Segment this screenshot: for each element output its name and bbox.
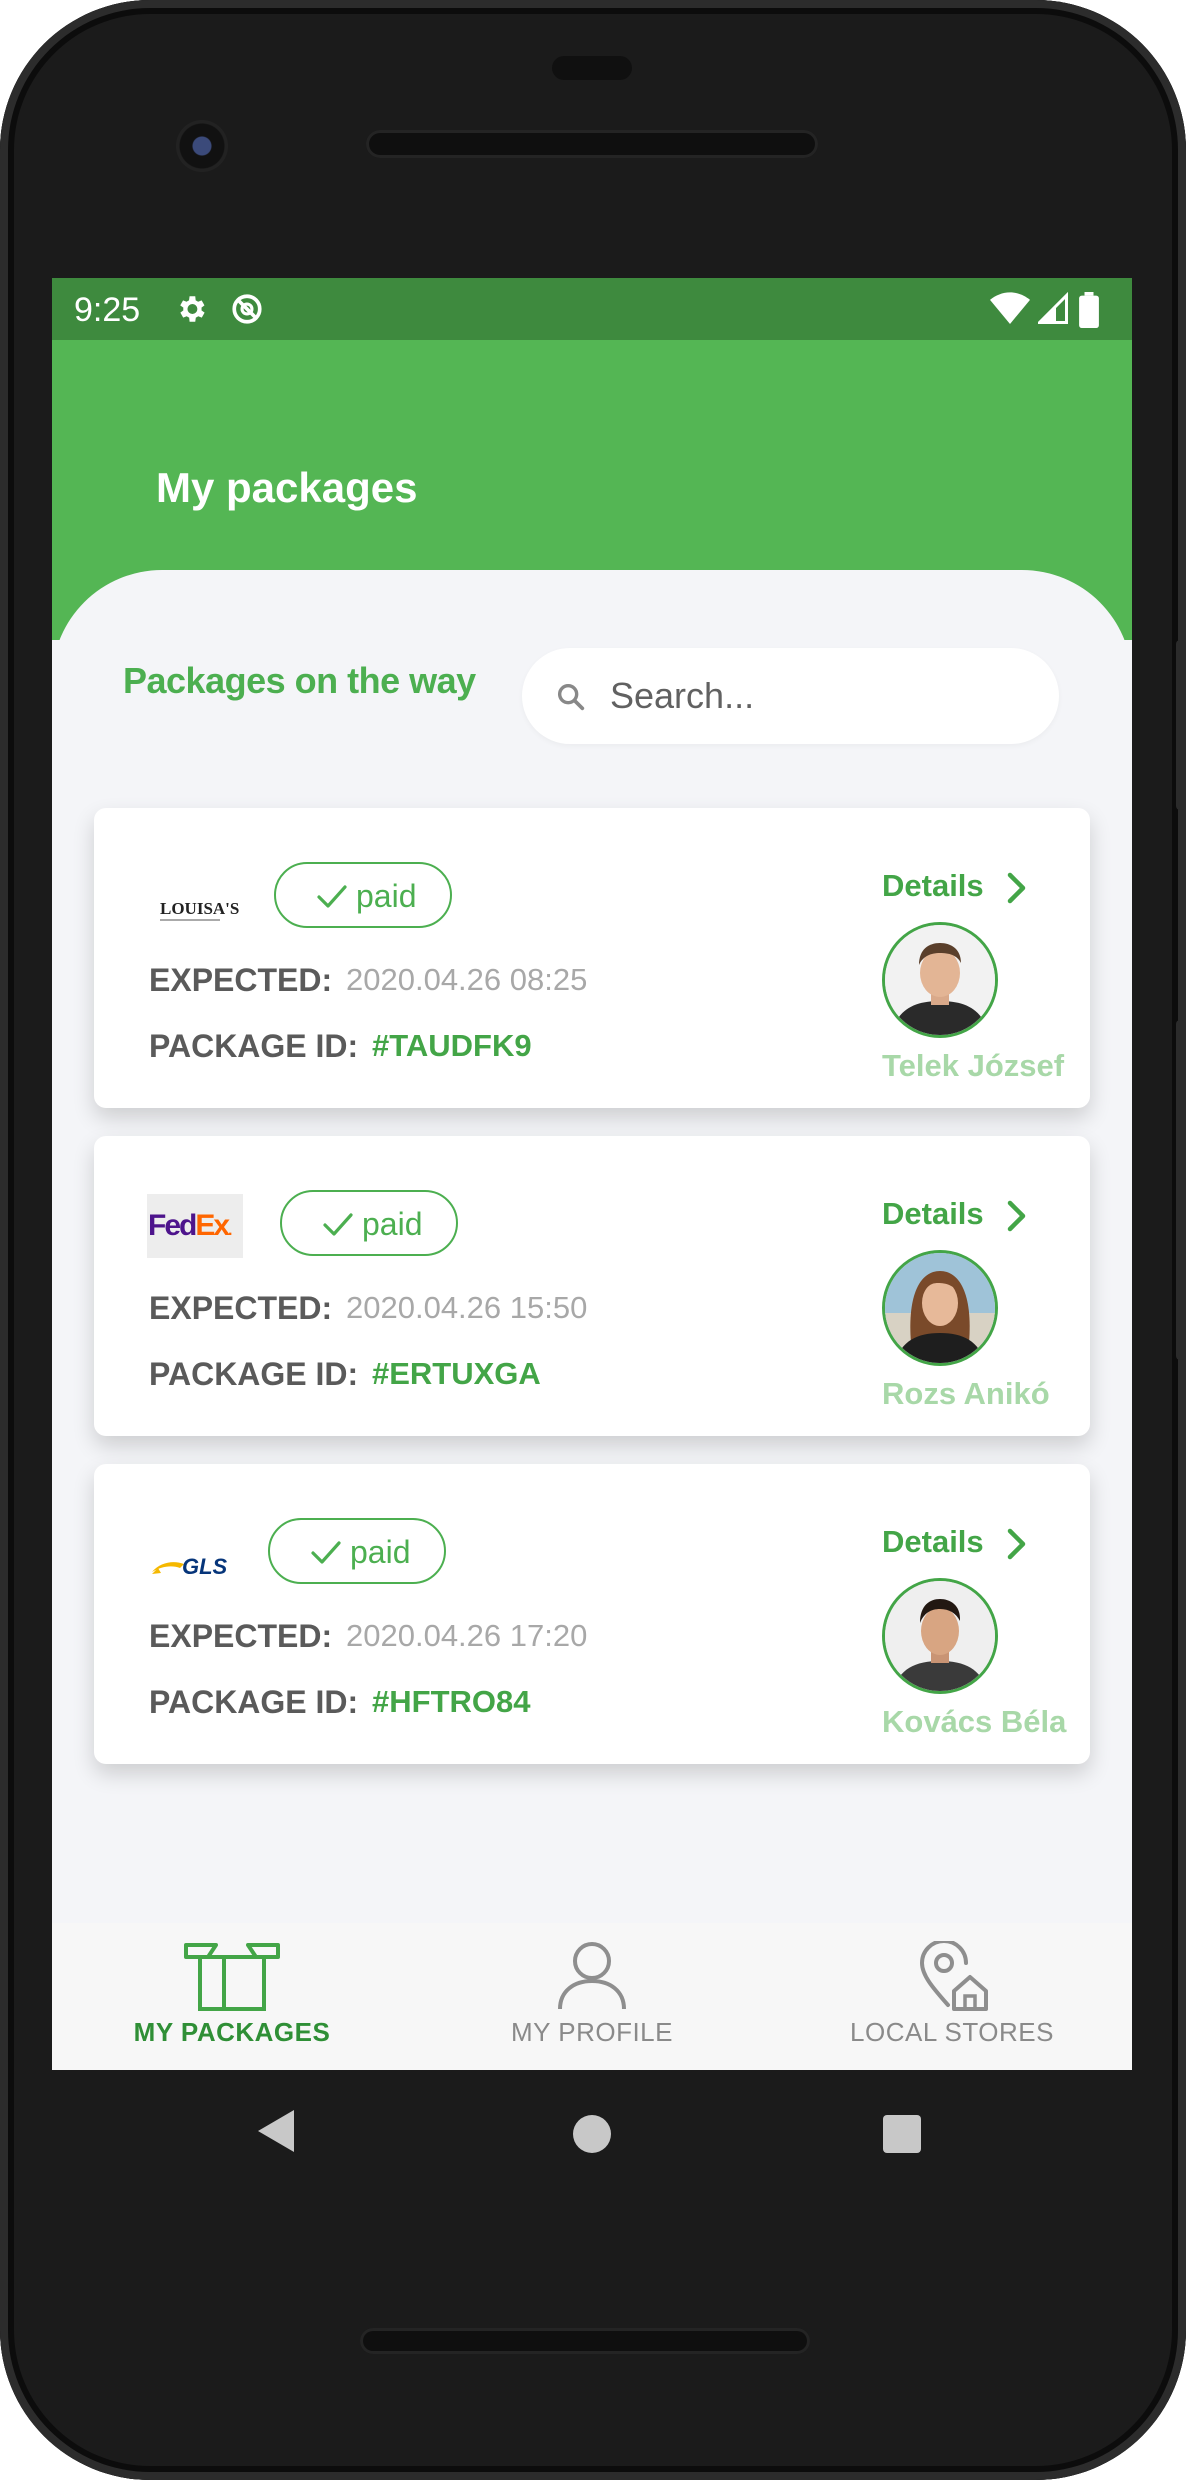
system-recents-icon[interactable] <box>882 2114 922 2154</box>
courier-photo-female <box>885 1253 995 1363</box>
expected-value: 2020.04.26 15:50 <box>346 1290 588 1325</box>
power-button <box>1176 1020 1186 1360</box>
store-location-icon <box>919 1941 988 2011</box>
paid-label: paid <box>350 1534 411 1570</box>
courier-name: Rozs Anikó <box>882 1376 1050 1411</box>
nav-item-local-stores[interactable]: LOCAL STORES <box>772 1923 1132 2070</box>
system-back-icon[interactable] <box>256 2108 296 2154</box>
package-card[interactable]: FedEx. paid EXPECTED: 2020.04.26 15:50 P… <box>94 1136 1090 1436</box>
settings-icon <box>180 296 205 322</box>
search-bar[interactable] <box>522 648 1059 744</box>
carrier-logo-text: FedEx. <box>148 1209 232 1242</box>
check-icon <box>317 885 347 908</box>
package-id-label: PACKAGE ID: <box>149 1356 359 1392</box>
cell-signal-icon <box>1038 292 1068 324</box>
top-speaker <box>366 130 818 158</box>
chevron-right-icon[interactable] <box>1006 1200 1028 1232</box>
carrier-logo-text: LOUISA'S <box>160 899 239 918</box>
carrier-logo-louisas: LOUISA'S <box>160 899 239 921</box>
expected-value: 2020.04.26 08:25 <box>346 962 588 997</box>
carrier-logo-fedex: FedEx. <box>147 1194 243 1258</box>
status-bar: 9:25 <box>52 278 1132 340</box>
details-link[interactable]: Details <box>882 1196 984 1232</box>
system-home-icon[interactable] <box>572 2114 612 2154</box>
paid-badge: paid <box>268 1518 446 1584</box>
section-title: Packages on the way <box>123 660 476 701</box>
paid-label: paid <box>356 878 417 914</box>
earpiece <box>552 56 632 80</box>
expected-label: EXPECTED: <box>149 962 333 998</box>
package-id-label: PACKAGE ID: <box>149 1028 359 1064</box>
courier-photo-male <box>885 925 995 1035</box>
data-saver-icon <box>232 294 262 324</box>
courier-name: Kovács Béla <box>882 1704 1067 1739</box>
details-link[interactable]: Details <box>882 1524 984 1560</box>
courier-avatar[interactable] <box>882 1250 998 1366</box>
phone-frame: 9:25 My packages Packages on the way Sea… <box>0 0 1186 2480</box>
person-icon <box>558 1942 626 2010</box>
check-icon <box>323 1213 353 1236</box>
paid-badge: paid <box>274 862 452 928</box>
nav-label: MY PROFILE <box>510 2017 673 2047</box>
bottom-nav: MY PACKAGES MY PROFILE LOCAL STORES <box>52 1923 1132 2070</box>
page-title: My packages <box>156 464 418 511</box>
front-camera <box>176 120 228 172</box>
nav-label: LOCAL STORES <box>850 2017 1054 2047</box>
carrier-logo-gls: GLS <box>152 1554 228 1579</box>
status-time: 9:25 <box>74 291 141 329</box>
package-id-value: #ERTUXGA <box>372 1356 541 1391</box>
expected-label: EXPECTED: <box>149 1618 333 1654</box>
package-id-value: #TAUDFK9 <box>372 1028 532 1063</box>
carrier-logo-text: GLS <box>182 1554 228 1579</box>
nav-item-my-packages[interactable]: MY PACKAGES <box>52 1923 412 2070</box>
nav-item-my-profile[interactable]: MY PROFILE <box>412 1923 772 2070</box>
nav-label: MY PACKAGES <box>133 2017 331 2047</box>
courier-name: Telek József <box>882 1048 1065 1083</box>
package-id-label: PACKAGE ID: <box>149 1684 359 1720</box>
expected-label: EXPECTED: <box>149 1290 333 1326</box>
expected-value: 2020.04.26 17:20 <box>346 1618 588 1653</box>
courier-avatar[interactable] <box>882 922 998 1038</box>
search-input[interactable] <box>610 672 1030 720</box>
check-icon <box>311 1541 341 1564</box>
paid-label: paid <box>362 1206 423 1242</box>
app-screen: 9:25 My packages Packages on the way Sea… <box>52 278 1132 2070</box>
details-link[interactable]: Details <box>882 868 984 904</box>
chevron-right-icon[interactable] <box>1006 872 1028 904</box>
package-card[interactable]: GLS paid EXPECTED: 2020.04.26 17:20 PACK… <box>94 1464 1090 1764</box>
package-icon <box>184 1943 280 2011</box>
bottom-speaker <box>360 2328 810 2354</box>
wifi-icon <box>990 292 1030 324</box>
chevron-right-icon[interactable] <box>1006 1528 1028 1560</box>
volume-button <box>1176 640 1186 810</box>
battery-icon <box>1079 292 1099 328</box>
package-card[interactable]: LOUISA'S paid EXPECTED: 2020.04.26 08:25… <box>94 808 1090 1108</box>
search-icon <box>557 683 585 711</box>
paid-badge: paid <box>280 1190 458 1256</box>
courier-photo-male <box>885 1581 995 1691</box>
package-id-value: #HFTRO84 <box>372 1684 531 1719</box>
courier-avatar[interactable] <box>882 1578 998 1694</box>
